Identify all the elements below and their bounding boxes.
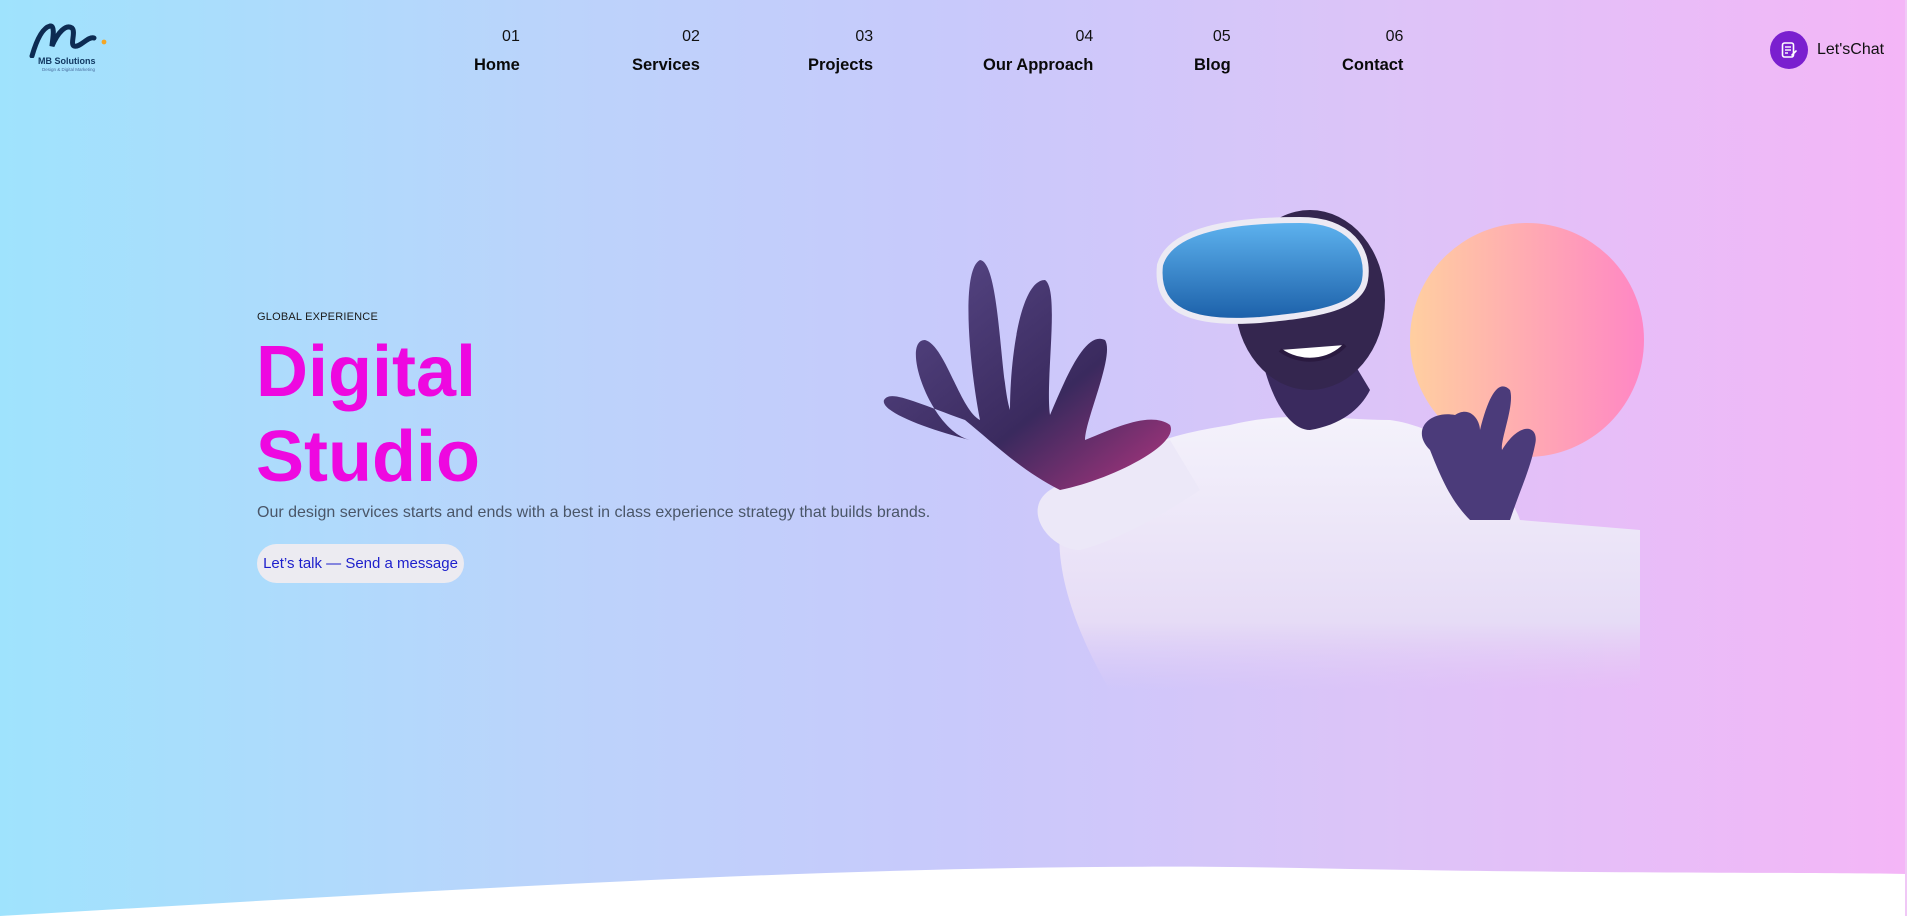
chat-label: Let'sChat xyxy=(1817,41,1885,58)
nav-label: Projects xyxy=(808,56,874,74)
nav-number: 01 xyxy=(502,28,520,45)
hero-eyebrow: GLOBAL EXPERIENCE xyxy=(257,311,378,323)
chat-icon-circle xyxy=(1770,31,1808,69)
nav-number: 04 xyxy=(1075,28,1094,45)
lets-chat-button[interactable]: Let'sChat xyxy=(1770,31,1884,69)
hero-title: Digital Studio xyxy=(256,330,480,500)
nav-item-blog[interactable]: 05 Blog xyxy=(1194,27,1231,77)
nav-label: Contact xyxy=(1342,56,1404,74)
nav-number: 03 xyxy=(855,28,874,45)
vr-headset-shape xyxy=(1156,216,1369,324)
hero-title-line-1: Digital xyxy=(256,332,477,412)
nav-item-projects[interactable]: 03 Projects xyxy=(808,27,873,77)
logo-m-icon xyxy=(29,23,107,58)
brand-name: MB Solutions xyxy=(38,56,96,66)
brand-tagline: Design & Digital Marketing xyxy=(42,67,96,72)
bottom-wave-divider xyxy=(0,866,1907,916)
vr-headset-person-illustration xyxy=(883,210,1644,690)
hero-page: MB Solutions Design & Digital Marketing … xyxy=(0,0,1907,916)
chat-form-icon xyxy=(1781,42,1797,58)
nav-label: Blog xyxy=(1194,56,1231,74)
nav-item-services[interactable]: 02 Services xyxy=(632,27,700,77)
send-message-button[interactable]: Let’s talk — Send a message xyxy=(257,544,464,583)
nav-label: Services xyxy=(632,56,700,74)
nav-number: 05 xyxy=(1212,28,1231,45)
nav-number: 02 xyxy=(682,28,700,45)
hero-title-line-2: Studio xyxy=(256,417,480,497)
hand-shape xyxy=(883,260,1171,490)
nav-label: Our Approach xyxy=(983,56,1094,74)
hero-description: Our design services starts and ends with… xyxy=(257,504,931,521)
nav-label: Home xyxy=(474,56,520,74)
brand-logo[interactable]: MB Solutions Design & Digital Marketing xyxy=(28,22,112,76)
nav-item-our-approach[interactable]: 04 Our Approach xyxy=(983,27,1093,77)
nav-item-home[interactable]: 01 Home xyxy=(474,27,520,77)
nav-item-contact[interactable]: 06 Contact xyxy=(1342,27,1403,77)
nav-number: 06 xyxy=(1385,28,1404,45)
